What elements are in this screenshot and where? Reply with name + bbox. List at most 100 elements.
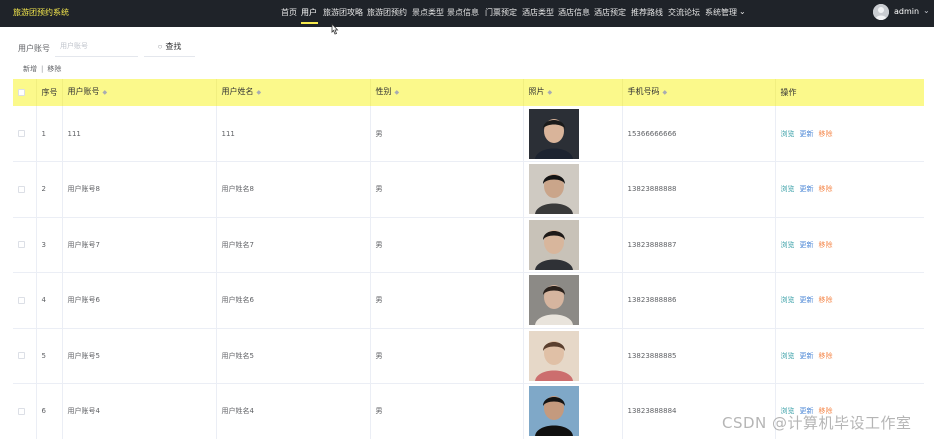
row-photo-cell [523, 161, 623, 218]
column-header-gender[interactable]: 性别 ◆ [370, 79, 524, 106]
ops-separator: | [41, 65, 44, 73]
delete-button[interactable]: 移除 [819, 185, 833, 193]
brand-title: 旅游团预约系统 [13, 8, 69, 17]
user-avatar-icon [873, 4, 889, 20]
row-photo-cell [523, 272, 623, 329]
user-table: 序号 用户账号 ◆ 用户姓名 ◆ 性别 ◆ 照片 ◆ 手机号码 ◆ 操作 1 111 111 男… [13, 79, 924, 439]
username[interactable]: admin [894, 7, 919, 16]
edit-button[interactable]: 更新 [800, 241, 814, 249]
row-gender: 男 [370, 217, 524, 273]
delete-button[interactable]: 移除 [819, 296, 833, 304]
table-row[interactable]: 1 111 111 男 15366666666 浏览 更新 移除 [13, 106, 924, 162]
user-photo[interactable] [528, 108, 579, 159]
column-header-actions: 操作 [775, 79, 924, 106]
row-gender: 男 [370, 328, 524, 384]
edit-button[interactable]: 更新 [800, 130, 814, 138]
nav-item-4[interactable]: 景点类型 [412, 7, 444, 18]
edit-button[interactable]: 更新 [800, 296, 814, 304]
add-button[interactable]: 新增 [23, 65, 37, 73]
nav-item-12[interactable]: 系统管理 [705, 7, 737, 18]
edit-button[interactable]: 更新 [800, 185, 814, 193]
column-header-name[interactable]: 用户姓名 ◆ [216, 79, 371, 106]
search-input[interactable] [55, 37, 138, 57]
table-row[interactable]: 2 用户账号8 用户姓名8 男 13823888888 浏览 更新 移除 [13, 161, 924, 218]
row-checkbox[interactable] [18, 185, 25, 193]
nav-item-1[interactable]: 用户 [301, 7, 317, 18]
row-account: 用户账号4 [62, 383, 217, 439]
nav-item-11[interactable]: 交流论坛 [668, 7, 700, 18]
view-button[interactable]: 浏览 [781, 185, 795, 193]
user-photo[interactable] [528, 275, 579, 326]
row-select-cell [13, 272, 37, 329]
row-account: 用户账号8 [62, 161, 217, 218]
row-actions: 浏览 更新 移除 [775, 217, 924, 273]
row-name: 用户姓名8 [216, 161, 371, 218]
select-all-cell [13, 79, 37, 106]
delete-button[interactable]: 移除 [819, 352, 833, 360]
nav-item-9[interactable]: 酒店预定 [594, 7, 626, 18]
sort-icon: ◆ [662, 89, 668, 96]
sort-icon: ◆ [256, 89, 262, 96]
delete-button[interactable]: 移除 [819, 130, 833, 138]
nav-item-6[interactable]: 门票预定 [485, 7, 517, 18]
table-header-row: 序号 用户账号 ◆ 用户姓名 ◆ 性别 ◆ 照片 ◆ 手机号码 ◆ 操作 [13, 79, 924, 106]
row-photo-cell [523, 106, 623, 162]
row-checkbox[interactable] [18, 241, 25, 249]
row-actions: 浏览 更新 移除 [775, 328, 924, 384]
user-photo[interactable] [528, 386, 579, 437]
row-checkbox[interactable] [18, 296, 25, 304]
view-button[interactable]: 浏览 [781, 130, 795, 138]
search-button-label: 查找 [165, 42, 182, 51]
row-account: 用户账号5 [62, 328, 217, 384]
mouse-pointer-icon [331, 23, 339, 35]
column-header-photo[interactable]: 照片 ◆ [523, 79, 623, 106]
row-photo-cell [523, 328, 623, 384]
nav-item-0[interactable]: 首页 [281, 7, 297, 18]
column-header-phone[interactable]: 手机号码 ◆ [622, 79, 776, 106]
row-actions: 浏览 更新 移除 [775, 106, 924, 162]
view-button[interactable]: 浏览 [781, 241, 795, 249]
row-gender: 男 [370, 161, 524, 218]
delete-button[interactable]: 移除 [819, 241, 833, 249]
remove-button[interactable]: 移除 [47, 65, 61, 73]
row-name: 用户姓名4 [216, 383, 371, 439]
view-button[interactable]: 浏览 [781, 352, 795, 360]
row-select-cell [13, 328, 37, 384]
column-header-account[interactable]: 用户账号 ◆ [62, 79, 217, 106]
row-checkbox[interactable] [18, 407, 25, 415]
select-all-checkbox[interactable] [18, 88, 25, 96]
row-actions: 浏览 更新 移除 [775, 272, 924, 329]
watermark: CSDN @计算机毕设工作室 [722, 414, 912, 432]
row-checkbox[interactable] [18, 352, 25, 360]
user-photo[interactable] [528, 164, 579, 215]
table-row[interactable]: 5 用户账号5 用户姓名5 男 13823888885 浏览 更新 移除 [13, 328, 924, 384]
chevron-down-icon[interactable]: ⌄ [739, 7, 746, 16]
table-row[interactable]: 4 用户账号6 用户姓名6 男 13823888886 浏览 更新 移除 [13, 272, 924, 329]
nav-item-3[interactable]: 旅游团预约 [367, 7, 407, 18]
active-nav-indicator [301, 22, 318, 24]
row-index: 1 [36, 106, 63, 162]
row-index: 6 [36, 383, 63, 439]
table-row[interactable]: 3 用户账号7 用户姓名7 男 13823888887 浏览 更新 移除 [13, 217, 924, 273]
row-index: 2 [36, 161, 63, 218]
search-label: 用户账号 [18, 44, 50, 53]
sort-icon: ◆ [394, 89, 400, 96]
row-name: 用户姓名6 [216, 272, 371, 329]
nav-item-5[interactable]: 景点信息 [447, 7, 479, 18]
edit-button[interactable]: 更新 [800, 352, 814, 360]
view-button[interactable]: 浏览 [781, 296, 795, 304]
user-photo[interactable] [528, 219, 579, 270]
chevron-down-icon[interactable]: ⌄ [923, 6, 930, 15]
row-phone: 15366666666 [622, 106, 776, 162]
nav-item-10[interactable]: 推荐路线 [631, 7, 663, 18]
search-button[interactable]: ○ 查找 [144, 37, 195, 57]
nav-item-2[interactable]: 旅游团攻略 [323, 7, 363, 18]
row-select-cell [13, 161, 37, 218]
row-gender: 男 [370, 383, 524, 439]
nav-item-7[interactable]: 酒店类型 [522, 7, 554, 18]
user-photo[interactable] [528, 330, 579, 381]
sort-icon: ◆ [547, 89, 553, 96]
avatar[interactable] [873, 4, 889, 20]
row-checkbox[interactable] [18, 130, 25, 137]
nav-item-8[interactable]: 酒店信息 [558, 7, 590, 18]
